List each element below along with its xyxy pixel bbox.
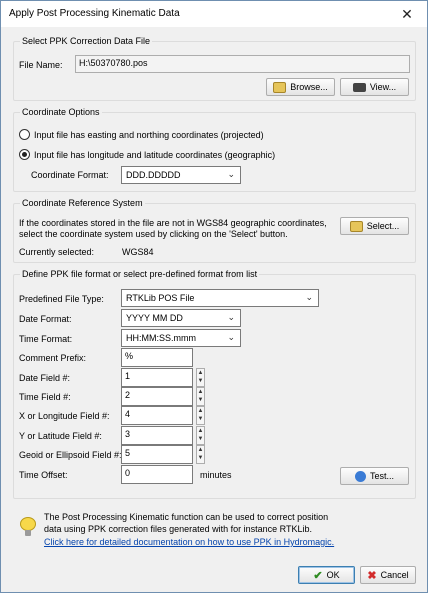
close-icon[interactable]: ✕: [397, 4, 417, 24]
cancel-button-label: Cancel: [380, 570, 409, 580]
chevron-down-icon: ⌄: [227, 332, 235, 342]
time-field-label: Time Field #:: [19, 392, 71, 402]
y-field-stepper[interactable]: ▲ ▼: [196, 426, 205, 445]
file-name-label: File Name:: [19, 60, 63, 70]
date-format-value: YYYY MM DD: [126, 313, 183, 323]
time-format-value: HH:MM:SS.mmm: [126, 333, 196, 343]
time-offset-unit: minutes: [200, 470, 232, 480]
projected-radio[interactable]: [19, 129, 30, 140]
crs-description-line2: select the coordinate system used by cli…: [19, 229, 288, 239]
select-crs-button[interactable]: Select...: [340, 217, 409, 235]
window-title: Apply Post Processing Kinematic Data: [9, 8, 180, 19]
x-field-input[interactable]: 4: [121, 406, 193, 425]
coordinate-format-value: DDD.DDDDD: [126, 170, 181, 180]
geoid-field-stepper[interactable]: ▲ ▼: [196, 445, 205, 464]
folder-search-icon: [349, 220, 363, 232]
coordinate-options-heading: Coordinate Options: [20, 107, 102, 117]
file-name-field[interactable]: H:\50370780.pos: [75, 55, 410, 73]
currently-selected-label: Currently selected:: [19, 247, 95, 257]
hint-panel: The Post Processing Kinematic function c…: [14, 507, 414, 555]
time-field-input[interactable]: 2: [121, 387, 193, 406]
chevron-down-icon: ⌄: [305, 292, 313, 302]
coordinate-format-select[interactable]: DDD.DDDDD ⌄: [121, 166, 241, 184]
crs-heading: Coordinate Reference System: [20, 198, 145, 208]
test-button-label: Test...: [369, 471, 394, 481]
date-field-input[interactable]: 1: [121, 368, 193, 387]
time-offset-input[interactable]: 0: [121, 465, 193, 484]
hint-line2: data using PPK correction files generate…: [44, 524, 312, 534]
ok-button[interactable]: ✔ OK: [298, 566, 355, 584]
predefined-type-select[interactable]: RTKLib POS File ⌄: [121, 289, 319, 307]
crs-description-line1: If the coordinates stored in the file ar…: [19, 218, 327, 228]
hint-line1: The Post Processing Kinematic function c…: [44, 512, 329, 522]
comment-prefix-label: Comment Prefix:: [19, 353, 87, 363]
view-button-label: View...: [369, 82, 397, 92]
time-offset-label: Time Offset:: [19, 470, 68, 480]
title-bar: Apply Post Processing Kinematic Data ✕: [1, 1, 427, 27]
play-icon: [354, 470, 366, 482]
predefined-type-label: Predefined File Type:: [19, 294, 104, 304]
date-field-label: Date Field #:: [19, 373, 71, 383]
time-field-stepper[interactable]: ▲ ▼: [196, 387, 205, 406]
date-format-select[interactable]: YYYY MM DD ⌄: [121, 309, 241, 327]
lightbulb-icon: [20, 517, 36, 536]
comment-prefix-input[interactable]: %: [121, 348, 193, 367]
dialog-window: Apply Post Processing Kinematic Data ✕ S…: [0, 0, 428, 593]
dialog-footer: ✔ OK ✖ Cancel: [1, 556, 427, 593]
folder-search-icon: [273, 81, 287, 93]
projected-label[interactable]: Input file has easting and northing coor…: [34, 130, 264, 140]
test-button[interactable]: Test...: [340, 467, 409, 485]
y-field-input[interactable]: 3: [121, 426, 193, 445]
x-field-stepper[interactable]: ▲ ▼: [196, 406, 205, 425]
geographic-label[interactable]: Input file has longitude and latitude co…: [34, 150, 275, 160]
documentation-link[interactable]: Click here for detailed documentation on…: [44, 537, 334, 547]
cancel-button[interactable]: ✖ Cancel: [360, 566, 416, 584]
browse-button[interactable]: Browse...: [266, 78, 335, 96]
geoid-field-label: Geoid or Ellipsoid Field #:: [19, 450, 122, 460]
predefined-type-value: RTKLib POS File: [126, 293, 195, 303]
ppk-format-group: Define PPK file format or select pre-def…: [13, 269, 416, 499]
currently-selected-value: WGS84: [122, 247, 154, 257]
chevron-down-icon: ⌄: [227, 169, 235, 179]
time-format-select[interactable]: HH:MM:SS.mmm ⌄: [121, 329, 241, 347]
ppk-format-heading: Define PPK file format or select pre-def…: [20, 269, 260, 279]
y-field-label: Y or Latitude Field #:: [19, 431, 102, 441]
view-button[interactable]: View...: [340, 78, 409, 96]
ppk-file-heading: Select PPK Correction Data File: [20, 36, 153, 46]
time-format-label: Time Format:: [19, 334, 73, 344]
chevron-down-icon: ⌄: [227, 312, 235, 322]
binoculars-icon: [352, 82, 366, 92]
geographic-radio[interactable]: [19, 149, 30, 160]
date-field-stepper[interactable]: ▲ ▼: [196, 368, 205, 387]
x-field-label: X or Longitude Field #:: [19, 411, 110, 421]
coordinate-format-label: Coordinate Format:: [31, 170, 109, 180]
geoid-field-input[interactable]: 5: [121, 445, 193, 464]
select-button-label: Select...: [366, 221, 400, 231]
date-format-label: Date Format:: [19, 314, 72, 324]
check-icon: ✔: [313, 569, 323, 582]
cancel-x-icon: ✖: [367, 569, 377, 582]
ok-button-label: OK: [326, 570, 340, 580]
browse-button-label: Browse...: [290, 82, 328, 92]
